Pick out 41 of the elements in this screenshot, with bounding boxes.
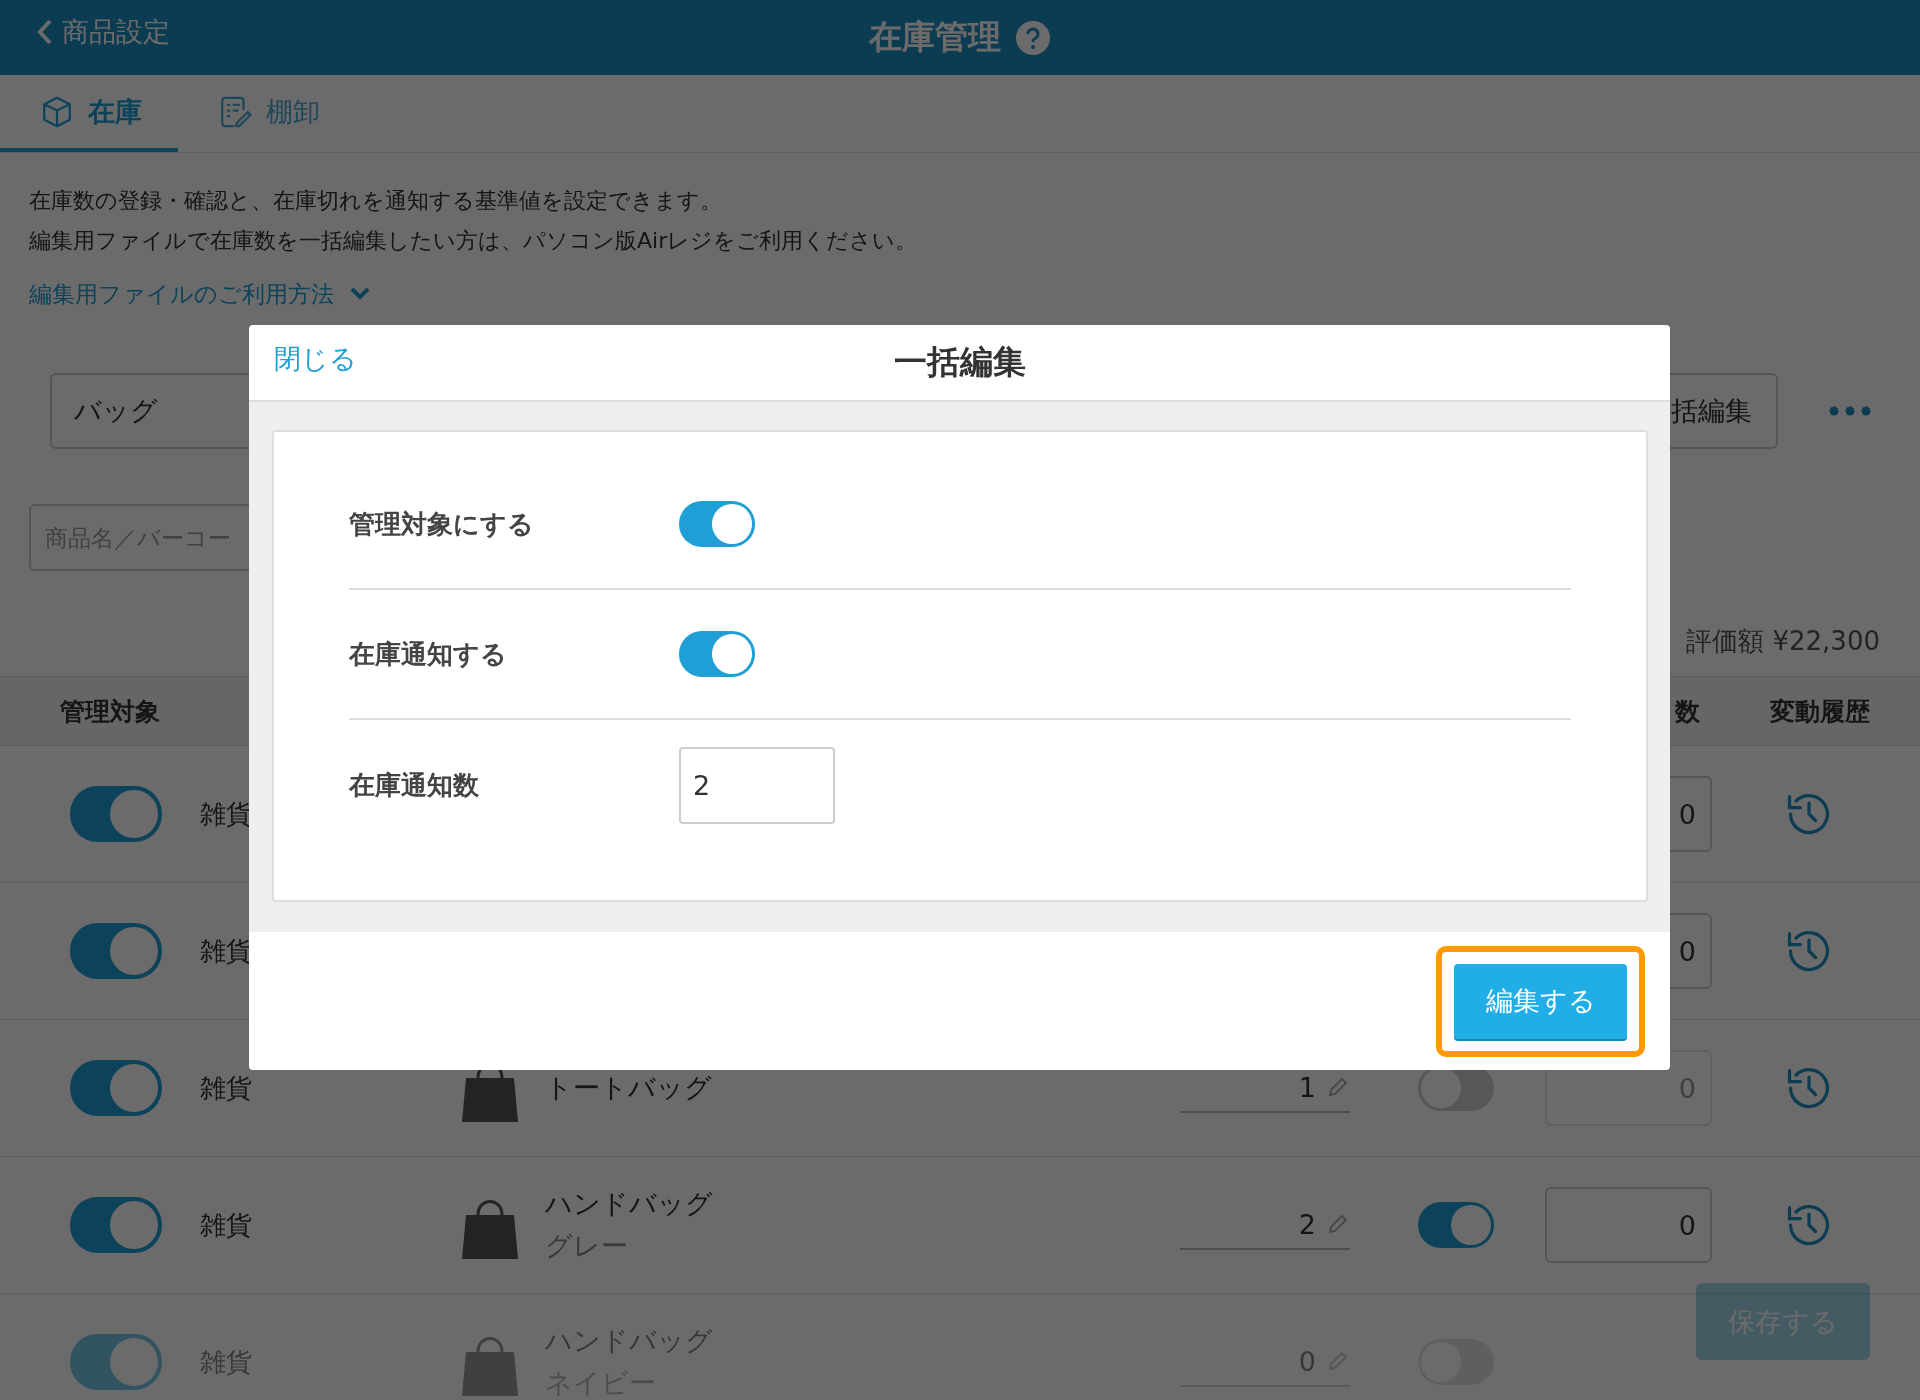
product-name: トートバッグ bbox=[545, 1071, 712, 1105]
category-text: 雑貨 bbox=[199, 1208, 252, 1242]
description-text: 編集用ファイルで在庫数を一括編集したい方は、パソコン版Airレジをご利用ください。 bbox=[29, 227, 919, 255]
setting-toggle[interactable] bbox=[679, 631, 755, 677]
notify-count-input[interactable]: 2 bbox=[679, 746, 835, 824]
chevron-down-icon bbox=[350, 287, 370, 301]
setting-label: 在庫通知数 bbox=[349, 768, 480, 802]
edit-button[interactable]: 編集する bbox=[1454, 963, 1627, 1039]
managed-toggle[interactable] bbox=[70, 1060, 162, 1116]
column-header: 数 bbox=[1675, 695, 1701, 728]
category-text: 雑貨 bbox=[199, 934, 252, 968]
box-icon bbox=[40, 94, 74, 129]
category-text: 雑貨 bbox=[199, 797, 252, 831]
back-link[interactable]: 商品設定 bbox=[36, 14, 170, 50]
description-text: 在庫数の登録・確認と、在庫切れを通知する基準値を設定できます。 bbox=[29, 187, 723, 215]
valuation-text: 評価額 ¥22,300 bbox=[1686, 624, 1880, 658]
stock-field[interactable]: 2 bbox=[1180, 1200, 1350, 1250]
page-title: 在庫管理 bbox=[869, 16, 1001, 58]
checklist-icon bbox=[218, 94, 252, 129]
managed-toggle[interactable] bbox=[70, 1197, 162, 1253]
pencil-icon bbox=[1326, 1075, 1350, 1099]
setting-label: 在庫通知する bbox=[349, 637, 508, 671]
setting-toggle[interactable] bbox=[679, 501, 755, 547]
tab[interactable]: 棚卸 bbox=[178, 75, 356, 152]
notify-count-field[interactable]: 0 bbox=[1545, 1187, 1712, 1263]
column-header: 変動履歴 bbox=[1770, 695, 1870, 728]
category-text: 雑貨 bbox=[199, 1071, 252, 1105]
notify-toggle[interactable] bbox=[1418, 1202, 1494, 1248]
dialog-title: 一括編集 bbox=[893, 341, 1026, 383]
product-name: ハンドバッグ bbox=[545, 1187, 713, 1221]
chevron-left-icon bbox=[36, 18, 54, 46]
pencil-icon bbox=[1326, 1212, 1350, 1236]
help-icon[interactable] bbox=[1015, 19, 1051, 56]
column-header: 管理対象 bbox=[59, 695, 160, 728]
more-icon[interactable] bbox=[1828, 405, 1872, 417]
usage-link[interactable]: 編集用ファイルのご利用方法 bbox=[29, 274, 370, 314]
managed-toggle[interactable] bbox=[70, 923, 162, 979]
setting-label: 管理対象にする bbox=[349, 507, 535, 541]
tab[interactable]: 在庫 bbox=[0, 75, 178, 152]
managed-toggle[interactable] bbox=[70, 786, 162, 842]
close-link[interactable]: 閉じる bbox=[274, 341, 357, 377]
